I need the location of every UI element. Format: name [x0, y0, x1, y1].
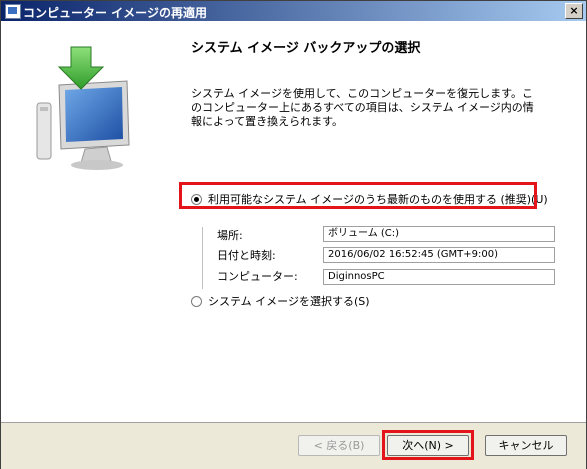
location-field: ボリューム (C:) [323, 226, 555, 242]
computer-restore-icon [36, 46, 130, 170]
datetime-field: 2016/06/02 16:52:45 (GMT+9:00) [323, 247, 555, 263]
location-label: 場所: [217, 229, 243, 242]
back-button[interactable]: < 戻る(B) [298, 435, 380, 456]
wizard-content: システム イメージ バックアップの選択 システム イメージを使用して、このコンピ… [1, 21, 586, 422]
page-description: システム イメージを使用して、このコンピューターを復元します。このコンピューター… [191, 87, 534, 128]
computer-field: DiginnosPC [323, 269, 555, 285]
restore-wizard-window: コンピューター イメージの再適用 × システム イメージ バックアップの選択 シ… [0, 0, 587, 469]
option-select-image[interactable]: システム イメージを選択する(S) [191, 293, 370, 309]
option-select-label: システム イメージを選択する(S) [208, 295, 370, 308]
close-button[interactable]: × [565, 3, 583, 19]
computer-label: コンピューター: [217, 270, 298, 283]
page-title: システム イメージ バックアップの選択 [191, 41, 421, 56]
cancel-button[interactable]: キャンセル [485, 435, 567, 456]
datetime-label: 日付と時刻: [217, 249, 276, 262]
option-highlight-frame [179, 182, 537, 209]
window-app-icon [5, 4, 21, 19]
details-divider [202, 227, 203, 289]
window-title: コンピューター イメージの再適用 [23, 6, 207, 20]
next-highlight-frame [382, 430, 474, 460]
radio-unselected-icon[interactable] [191, 295, 202, 307]
title-bar[interactable]: コンピューター イメージの再適用 × [1, 1, 586, 21]
wizard-footer: < 戻る(B) 次へ(N) > キャンセル [1, 422, 586, 469]
